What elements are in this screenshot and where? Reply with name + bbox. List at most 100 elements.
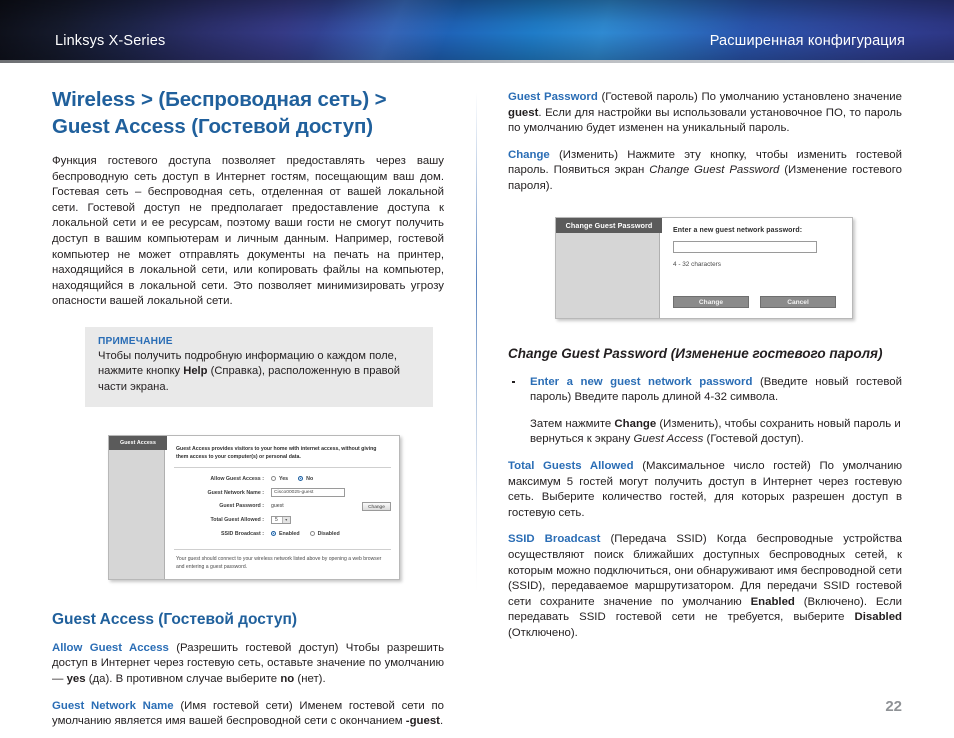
paragraph-change: Change (Изменить) Нажмите эту кнопку, чт… [508,148,902,195]
radio-label-disabled: Disabled [317,530,340,537]
label-guest-network-name: Guest Network Name : [207,489,264,496]
gp-text-2: . Если для настройки вы использовали уст… [508,106,902,135]
row-allow-guest-access: Allow Guest Access : Yes No [174,475,391,483]
paragraph-ssid-broadcast: SSID Broadcast (Передача SSID) Когда бес… [508,532,902,641]
row-guest-password: Guest Password : guest Change [174,501,391,511]
new-password-input[interactable] [673,240,817,253]
panel-side-rail [109,436,165,579]
term-guest-network-name: Guest Network Name [52,699,174,712]
guest-access-screenshot: Guest Access Guest Access provides visit… [108,435,400,580]
column-divider [476,92,477,592]
tp-text-1: Затем нажмите [530,417,615,430]
note-text: Чтобы получить подробную информацию о ка… [98,349,421,395]
guest-access-panel: Guest Access Guest Access provides visit… [108,435,400,580]
radio-label-no: No [306,475,314,482]
ch-italic-screen: Change Guest Password [649,164,780,177]
dialog-body: Enter a new guest network password: 4 - … [661,218,852,318]
dialog-cancel-button[interactable]: Cancel [760,295,836,308]
change-password-screenshot: Change Guest Password Enter a new guest … [555,216,853,319]
label-total-guest-allowed: Total Guest Allowed : [210,517,264,524]
paragraph-allow-guest-access: Allow Guest Access (Разрешить гостевой д… [52,641,444,688]
change-password-section: Change Guest Password (Изменение гостево… [508,345,902,642]
bullet-dot-icon [512,380,515,384]
gnn-text-2: . [439,715,444,728]
control-guest-network-name: Cisco00025-guest [271,488,391,497]
tp-bold-change: Change [614,417,657,430]
label-guest-password: Guest Password : [219,503,264,510]
radio-label-enabled: Enabled [279,530,300,537]
change-password-button[interactable]: Change [362,501,391,511]
dialog-prompt: Enter a new guest network password: [673,226,803,234]
radio-ssid-disabled[interactable] [309,531,315,537]
radio-allow-yes[interactable] [271,476,276,482]
list-item-enter-password: Enter a new guest network password (Введ… [508,375,902,406]
select-total-guest-allowed[interactable]: 5 ▾ [271,515,291,525]
allow-bold-no: no [280,673,295,686]
dialog-tab-change-guest-password[interactable]: Change Guest Password [556,217,662,233]
page-number: 22 [885,698,902,715]
panel-intro-text: Guest Access provides visitors to your h… [174,443,391,468]
ssid-bold-enabled: Enabled [750,595,795,608]
row-guest-network-name: Guest Network Name : Cisco00025-guest [174,488,391,497]
guest-access-section: Guest Access (Гостевой доступ) Allow Gue… [52,610,444,730]
dialog-change-button[interactable]: Change [673,295,749,308]
note-box: ПРИМЕЧАНИЕ Чтобы получить подробную инфо… [85,326,433,408]
right-column: Guest Password (Гостевой пароль) По умол… [508,90,902,641]
radio-allow-no[interactable] [298,476,304,482]
term-enter-new-password: Enter a new guest network password [530,375,753,388]
section-heading-guest-access: Guest Access (Гостевой доступ) [52,610,298,628]
term-total-guests-allowed: Total Guests Allowed [508,459,634,472]
bullet-list: Enter a new guest network password (Введ… [508,375,902,406]
select-value: 5 [275,517,278,524]
page-header: Linksys X-Series Расширенная конфигураци… [0,0,954,60]
radio-label-yes: Yes [279,475,289,482]
heading-change-guest-password: Change Guest Password (Изменение гостево… [508,345,883,361]
dialog-buttons: Change Cancel [673,295,841,308]
note-help-term: Help [183,365,208,378]
gnn-bold-guest: -guest [405,715,440,728]
term-ssid-broadcast: SSID Broadcast [508,533,601,546]
control-ssid-broadcast: Enabled Disabled [271,530,391,538]
paragraph-then-press-change: Затем нажмите Change (Изменить), чтобы с… [530,417,902,448]
change-password-panel: Change Guest Password Enter a new guest … [555,216,853,319]
allow-text-2: (да). В противном случае выберите [85,673,281,686]
tp-text-3: (Гостевой доступ). [703,433,804,446]
paragraph-guest-password: Guest Password (Гостевой пароль) По умол… [508,90,902,137]
chapter-title: Расширенная конфигурация [709,33,905,49]
product-title: Linksys X-Series [55,33,166,49]
paragraph-guest-network-name: Guest Network Name (Имя гостевой сети) И… [52,699,444,730]
chevron-down-icon: ▾ [281,516,290,524]
radio-ssid-enabled[interactable] [271,531,276,537]
dialog-side-rail [556,217,660,318]
tp-italic-guest-access: Guest Access [633,433,704,446]
ssid-text-3: (Отключено). [508,626,578,639]
header-sheen-decoration [175,0,605,60]
page-title: Wireless > (Беспроводная сеть) > Guest A… [52,88,387,138]
row-total-guest-allowed: Total Guest Allowed : 5 ▾ [174,515,391,525]
control-total-guest-allowed: 5 ▾ [271,515,391,525]
allow-text-3: (нет). [294,673,326,686]
input-guest-network-name[interactable]: Cisco00025-guest [271,488,345,497]
row-ssid-broadcast: SSID Broadcast : Enabled Disabled [174,530,391,538]
panel-footer-text: Your guest should connect to your wirele… [176,556,382,570]
paragraph-total-guests-allowed: Total Guests Allowed (Максимальное число… [508,459,902,521]
intro-paragraph: Функция гостевого доступа позволяет пред… [52,155,444,308]
term-change: Change [508,148,550,161]
allow-bold-yes: yes [66,673,86,686]
left-column: Wireless > (Беспроводная сеть) > Guest A… [52,86,444,730]
gp-bold-guest: guest [508,106,539,119]
panel-body: Guest Access provides visitors to your h… [166,436,399,579]
guest-access-form: Allow Guest Access : Yes No Guest Networ… [174,468,391,551]
value-guest-password: guest [271,503,284,510]
gp-text-1: (Гостевой пароль) По умолчанию установле… [597,91,902,103]
label-ssid-broadcast: SSID Broadcast : [221,530,264,537]
ssid-bold-disabled: Disabled [854,611,902,624]
panel-tab-guest-access[interactable]: Guest Access [109,436,167,451]
term-guest-password: Guest Password [508,91,598,103]
control-allow-guest-access: Yes No [271,475,391,483]
term-allow-guest-access: Allow Guest Access [52,641,169,654]
label-allow-guest-access: Allow Guest Access : [210,475,264,482]
password-length-hint: 4 - 32 characters [673,260,721,268]
header-underline [0,60,954,63]
note-label: ПРИМЕЧАНИЕ [98,335,173,347]
